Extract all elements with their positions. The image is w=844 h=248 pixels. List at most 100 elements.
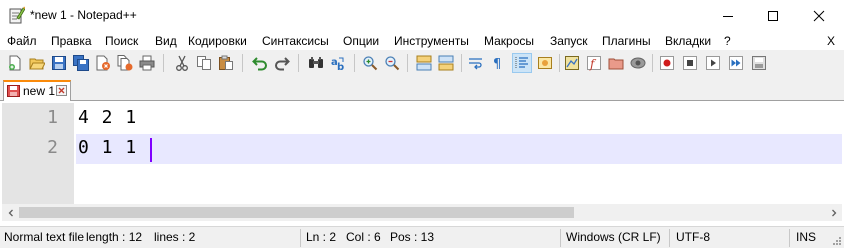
status-file-type: Normal text file xyxy=(4,230,84,244)
menu-language[interactable]: Синтаксисы xyxy=(262,34,329,48)
status-separator xyxy=(560,229,561,247)
save-button[interactable] xyxy=(49,53,69,73)
status-separator xyxy=(669,229,670,247)
zoom-in-button[interactable] xyxy=(360,53,380,73)
zoom-in-icon xyxy=(363,56,378,71)
run-macro-multiple-button[interactable] xyxy=(726,53,746,73)
sync-horizontal-button[interactable] xyxy=(436,53,456,73)
copy-icon xyxy=(197,56,211,70)
find-button[interactable] xyxy=(306,53,326,73)
show-all-chars-button[interactable]: ¶ xyxy=(488,53,508,73)
copy-button[interactable] xyxy=(194,53,214,73)
menu-plugins[interactable]: Плагины xyxy=(602,34,651,48)
replace-icon: ab xyxy=(331,57,344,71)
toolbar-separator xyxy=(163,54,164,72)
close-document-button[interactable]: X xyxy=(827,34,835,48)
word-wrap-icon xyxy=(469,58,482,70)
undo-button[interactable] xyxy=(250,53,270,73)
menu-help[interactable]: ? xyxy=(724,34,731,48)
open-file-button[interactable] xyxy=(27,53,47,73)
monitoring-icon xyxy=(630,57,646,69)
find-icon xyxy=(309,57,323,68)
status-column: Col : 6 xyxy=(346,230,381,244)
indent-guide-button[interactable] xyxy=(512,53,532,73)
menu-edit[interactable]: Правка xyxy=(51,34,92,48)
save-macro-button[interactable] xyxy=(749,53,769,73)
stop-record-icon xyxy=(683,56,697,70)
toolbar-separator xyxy=(242,54,243,72)
toolbar-separator xyxy=(652,54,653,72)
minimize-icon xyxy=(723,15,733,17)
status-separator xyxy=(789,229,790,247)
print-icon xyxy=(139,55,155,71)
word-wrap-button[interactable] xyxy=(466,53,486,73)
menu-encoding[interactable]: Кодировки xyxy=(188,34,247,48)
horizontal-scrollbar[interactable] xyxy=(2,204,842,221)
unsaved-file-icon xyxy=(7,85,20,97)
redo-icon xyxy=(275,57,290,71)
redo-button[interactable] xyxy=(272,53,292,73)
paste-button[interactable] xyxy=(216,53,236,73)
menu-window[interactable]: Вкладки xyxy=(665,34,711,48)
user-language-button[interactable] xyxy=(535,53,555,73)
new-file-button[interactable] xyxy=(5,53,25,73)
document-map-button[interactable] xyxy=(562,53,582,73)
menu-run[interactable]: Запуск xyxy=(550,34,588,48)
monitoring-button[interactable] xyxy=(628,53,648,73)
editor-line: 0 1 1 xyxy=(78,137,138,158)
show-all-chars-icon: ¶ xyxy=(493,57,501,71)
sync-vertical-button[interactable] xyxy=(414,53,434,73)
status-eol: Windows (CR LF) xyxy=(566,230,661,244)
toolbar: ab ¶ f xyxy=(0,50,844,76)
close-icon xyxy=(813,10,825,21)
status-lines: lines : 2 xyxy=(154,230,196,244)
scroll-left-button[interactable] xyxy=(2,204,19,221)
run-macro-multiple-icon xyxy=(729,56,743,70)
menu-macro[interactable]: Макросы xyxy=(484,34,534,48)
title-bar: *new 1 - Notepad++ xyxy=(0,0,844,31)
zoom-out-icon xyxy=(385,56,400,71)
tab-bar: new 1 xyxy=(0,76,844,101)
save-all-button[interactable] xyxy=(71,53,91,73)
save-icon xyxy=(52,56,66,70)
tab-new-1[interactable]: new 1 xyxy=(3,80,71,101)
scrollbar-thumb[interactable] xyxy=(19,207,574,218)
window-title: *new 1 - Notepad++ xyxy=(30,8,137,22)
maximize-button[interactable] xyxy=(750,0,796,31)
menu-search[interactable]: Поиск xyxy=(105,34,138,48)
cut-button[interactable] xyxy=(172,53,192,73)
close-all-icon xyxy=(117,55,133,71)
tab-close-icon[interactable] xyxy=(56,85,67,96)
stop-record-button[interactable] xyxy=(680,53,700,73)
toolbar-separator xyxy=(298,54,299,72)
editor-area[interactable]: 1 2 4 2 1 0 1 1 xyxy=(2,103,842,204)
current-line-highlight xyxy=(74,134,842,164)
minimize-button[interactable] xyxy=(705,0,751,31)
print-button[interactable] xyxy=(137,53,157,73)
toolbar-separator xyxy=(354,54,355,72)
menu-settings[interactable]: Опции xyxy=(343,34,379,48)
zoom-out-button[interactable] xyxy=(382,53,402,73)
replace-button[interactable]: ab xyxy=(328,53,348,73)
play-macro-button[interactable] xyxy=(703,53,723,73)
new-file-icon xyxy=(9,55,21,71)
function-list-button[interactable]: f xyxy=(584,53,604,73)
menu-file[interactable]: Файл xyxy=(7,34,37,48)
resize-grip-icon[interactable] xyxy=(831,235,842,246)
record-macro-button[interactable] xyxy=(657,53,677,73)
close-all-button[interactable] xyxy=(115,53,135,73)
folder-workspace-icon xyxy=(608,58,624,70)
scroll-right-button[interactable] xyxy=(825,204,842,221)
line-number: 1 xyxy=(47,107,58,128)
status-insert-mode: INS xyxy=(796,230,817,244)
menu-tools[interactable]: Инструменты xyxy=(394,34,469,48)
folder-workspace-button[interactable] xyxy=(606,53,626,73)
document-map-icon xyxy=(565,56,579,70)
undo-icon xyxy=(252,57,267,71)
close-window-button[interactable] xyxy=(796,0,842,31)
status-separator xyxy=(300,229,301,247)
cut-icon xyxy=(176,55,188,71)
menu-view[interactable]: Вид xyxy=(155,34,177,48)
toolbar-separator xyxy=(407,54,408,72)
close-file-button[interactable] xyxy=(93,53,113,73)
